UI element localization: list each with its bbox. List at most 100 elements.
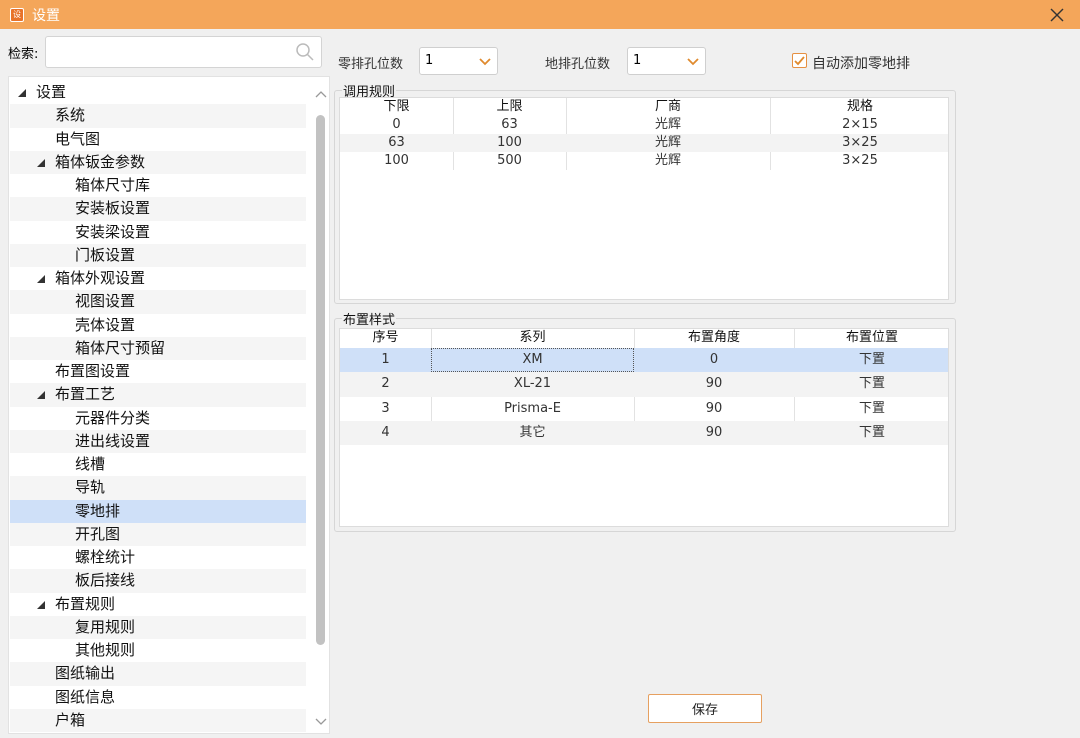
column-header[interactable]: 布置角度 xyxy=(634,329,794,347)
tree-item[interactable]: 零地排 xyxy=(10,499,306,523)
auto-add-checkbox[interactable] xyxy=(792,53,807,68)
tree-item[interactable]: 复用规则 xyxy=(10,615,306,639)
close-icon[interactable] xyxy=(1046,4,1068,26)
table-cell: 下置 xyxy=(858,376,885,392)
scroll-up-icon[interactable] xyxy=(315,89,327,99)
column-header[interactable]: 上限 xyxy=(453,98,566,116)
table-cell: 0 xyxy=(392,117,401,132)
tree-item[interactable]: 安装板设置 xyxy=(10,197,306,221)
tree-item-label: 壳体设置 xyxy=(75,315,136,334)
tree-item[interactable]: 安装梁设置 xyxy=(10,221,306,244)
table-cell: 1 xyxy=(381,352,390,367)
tree-item-label: 导轨 xyxy=(75,478,106,497)
tree-item[interactable]: 螺栓统计 xyxy=(10,546,306,569)
column-header[interactable]: 规格 xyxy=(770,98,948,116)
table-cell: Prisma-E xyxy=(504,400,561,416)
tree-item[interactable]: 其他规则 xyxy=(10,639,306,662)
tree-item-label: 螺栓统计 xyxy=(75,548,136,566)
expand-arrow-icon[interactable] xyxy=(36,390,46,400)
save-button[interactable]: 保存 xyxy=(648,694,762,723)
tree-item[interactable]: 布置规则 xyxy=(10,593,306,616)
tree-item[interactable]: 元器件分类 xyxy=(10,407,306,430)
table-cell: XL-21 xyxy=(513,376,552,392)
tree-item[interactable]: 开孔图 xyxy=(10,522,306,546)
auto-add-label: 自动添加零地排 xyxy=(812,56,910,72)
table-cell: 4 xyxy=(381,424,390,440)
search-field xyxy=(45,36,322,68)
table-cell: 63 xyxy=(388,135,405,150)
search-label: 检索: xyxy=(8,47,39,62)
window-title: 设置 xyxy=(32,8,60,24)
layout-table: 序号 系列 布置角度 布置位置 1 XM 0 下置 2 XL-21 90 下置 3 Prisma-E 90 下… xyxy=(339,328,949,527)
tree-item-label: 布置工艺 xyxy=(55,385,116,404)
tree-item[interactable]: 布置图设置 xyxy=(10,360,306,383)
column-header[interactable]: 布置位置 xyxy=(794,329,948,347)
tree-item[interactable]: 线槽 xyxy=(10,453,306,476)
tree-item-label: 布置规则 xyxy=(55,594,116,613)
tree-item[interactable]: 导轨 xyxy=(10,476,306,500)
tree-item-label: 图纸输出 xyxy=(55,664,116,683)
tree-item[interactable]: 图纸输出 xyxy=(10,662,306,686)
tree-item-label: 箱体尺寸库 xyxy=(75,176,151,194)
tree-item[interactable]: 板后接线 xyxy=(10,569,306,593)
tree-item[interactable]: 门板设置 xyxy=(10,243,306,267)
tree-item[interactable]: 进出线设置 xyxy=(10,429,306,453)
chevron-down-icon xyxy=(687,58,699,66)
table-cell: XM xyxy=(431,348,634,373)
tree-item[interactable]: 户箱 xyxy=(10,708,306,732)
tree-scrollbar[interactable] xyxy=(313,87,327,729)
expand-arrow-icon[interactable] xyxy=(36,274,46,284)
tree-item-label: 视图设置 xyxy=(75,292,136,311)
tree-item[interactable]: 系统 xyxy=(10,104,306,128)
tree-item-label: 元器件分类 xyxy=(75,408,151,427)
tree-item[interactable]: 设置 xyxy=(10,81,306,104)
tree-item-label: 布置图设置 xyxy=(55,362,131,380)
table-cell: 其它 xyxy=(519,424,546,440)
zero-bar-holes-select[interactable]: 1 xyxy=(419,47,498,75)
title-bar: 设 设置 xyxy=(0,0,1080,29)
tree-item[interactable]: 箱体尺寸库 xyxy=(10,174,306,197)
expand-arrow-icon[interactable] xyxy=(36,600,46,610)
table-cell: 下置 xyxy=(858,424,885,440)
tree-item[interactable]: 箱体钣金参数 xyxy=(10,150,306,174)
tree-item-label: 设置 xyxy=(36,83,67,101)
tree-item-label: 箱体外观设置 xyxy=(55,269,146,287)
tree-item-label: 户箱 xyxy=(55,710,86,729)
tree-item[interactable]: 图纸信息 xyxy=(10,686,306,709)
tree-item-label: 线槽 xyxy=(75,455,106,473)
column-header[interactable]: 下限 xyxy=(340,98,453,116)
tree-item-label: 箱体尺寸预留 xyxy=(75,338,166,357)
table-cell: 0 xyxy=(709,352,719,367)
tree-item-label: 复用规则 xyxy=(75,617,136,636)
ground-bar-holes-select[interactable]: 1 xyxy=(627,47,706,75)
tree-item-label: 图纸信息 xyxy=(55,687,116,706)
tree-item-label: 箱体钣金参数 xyxy=(55,152,146,171)
tree-item[interactable]: 布置工艺 xyxy=(10,383,306,407)
table-cell: 90 xyxy=(705,376,723,392)
tree-item-label: 开孔图 xyxy=(75,524,121,543)
tree-item[interactable]: 壳体设置 xyxy=(10,314,306,337)
search-input[interactable] xyxy=(52,37,292,65)
column-header[interactable]: 系列 xyxy=(431,329,634,347)
settings-tree: 设置系统电气图 箱体钣金参数箱体尺寸库安装板设置安装梁设置 门板设置箱体外观设置视图… xyxy=(8,76,330,734)
tree-item-label: 板后接线 xyxy=(75,571,136,590)
tree-item[interactable]: 电气图 xyxy=(10,128,306,151)
tree-item-label: 进出线设置 xyxy=(75,431,151,450)
ground-bar-holes-value: 1 xyxy=(633,53,642,68)
tree-item-label: 其他规则 xyxy=(75,641,136,659)
column-header[interactable]: 序号 xyxy=(340,329,431,347)
table-cell: 3×25 xyxy=(842,153,878,168)
expand-arrow-icon[interactable] xyxy=(17,88,27,98)
scrollbar-thumb[interactable] xyxy=(316,115,325,645)
rules-table: 下限 上限 厂商 规格 0 63 光辉 2×15 63 100 光辉 3×25 100 500 光辉 3×25 xyxy=(339,97,949,300)
tree-item-label: 安装板设置 xyxy=(75,199,151,218)
expand-arrow-icon[interactable] xyxy=(36,158,46,168)
tree-item[interactable]: 视图设置 xyxy=(10,290,306,314)
tree-item-label: 系统 xyxy=(55,106,86,125)
tree-item[interactable]: 箱体外观设置 xyxy=(10,267,306,290)
table-cell: 2 xyxy=(381,376,390,392)
column-header[interactable]: 厂商 xyxy=(566,98,770,116)
search-icon[interactable] xyxy=(295,42,315,62)
scroll-down-icon[interactable] xyxy=(315,717,327,727)
tree-item[interactable]: 箱体尺寸预留 xyxy=(10,336,306,360)
